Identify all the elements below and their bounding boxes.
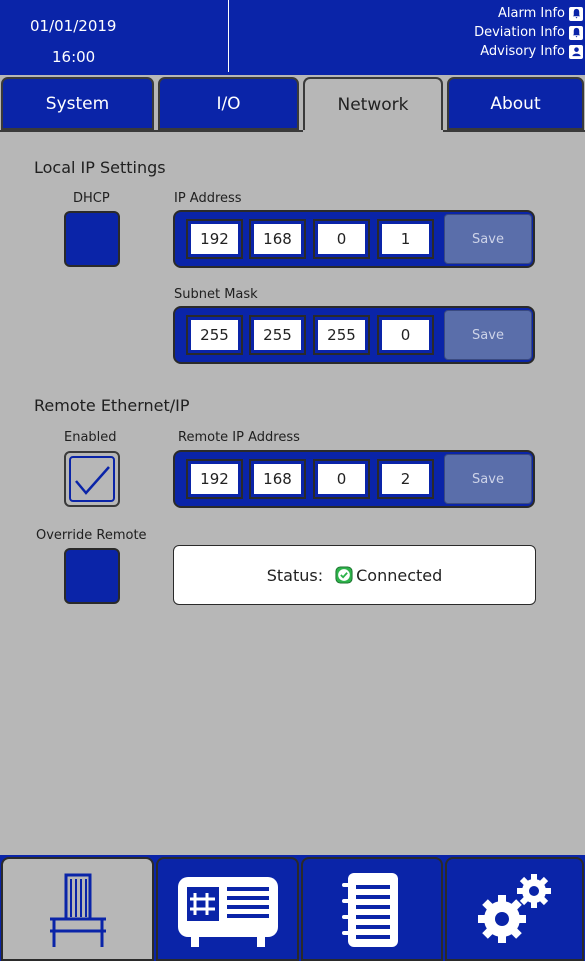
tab-io[interactable]: I/O [158, 77, 299, 130]
enabled-checkbox[interactable] [64, 451, 120, 507]
tab-about[interactable]: About [447, 77, 584, 130]
local-ip-title: Local IP Settings [34, 158, 166, 177]
save-remote-ip-button[interactable]: Save [444, 454, 532, 504]
nav-machine-button[interactable] [1, 857, 154, 961]
bottom-nav [0, 855, 585, 961]
remote-ip-octet-1[interactable]: 192 [186, 459, 243, 499]
ip-octet-4[interactable]: 1 [377, 219, 434, 259]
mask-octet-4[interactable]: 0 [377, 315, 434, 355]
machine-icon [49, 873, 106, 947]
check-circle-icon [335, 566, 353, 584]
ip-octet-1[interactable]: 192 [186, 219, 243, 259]
enabled-label: Enabled [64, 430, 117, 445]
mask-octet-1[interactable]: 255 [186, 315, 243, 355]
mask-octet-3[interactable]: 255 [313, 315, 370, 355]
save-ip-button[interactable]: Save [444, 214, 532, 264]
subnet-mask-label: Subnet Mask [174, 287, 258, 302]
connection-status-panel: Status: Connected [173, 545, 536, 605]
tab-label: System [45, 93, 110, 114]
advisory-info-button[interactable]: Advisory Info [383, 42, 583, 61]
remote-ip-label: Remote IP Address [178, 430, 300, 445]
tab-label: I/O [216, 93, 241, 114]
person-icon [569, 44, 583, 59]
checkmark-icon [75, 466, 110, 495]
bell-icon [569, 6, 583, 21]
bell-icon [569, 25, 583, 40]
nav-controller-button[interactable] [156, 857, 299, 961]
nav-settings-button[interactable] [445, 857, 584, 961]
remote-ip-octet-3[interactable]: 0 [313, 459, 370, 499]
deviation-info-label: Deviation Info [474, 25, 565, 40]
status-value: Connected [356, 565, 443, 585]
dhcp-label: DHCP [73, 191, 110, 206]
remote-ethernet-title: Remote Ethernet/IP [34, 396, 190, 415]
remote-ip-octet-2[interactable]: 168 [249, 459, 306, 499]
tab-label: Network [337, 94, 409, 115]
ip-address-group: 192 168 0 1 Save [173, 210, 535, 268]
header-bar: 01/01/2019 16:00 Alarm Info Deviation In… [0, 0, 585, 75]
ip-octet-2[interactable]: 168 [249, 219, 306, 259]
controller-icon [177, 877, 278, 947]
ip-octet-3[interactable]: 0 [313, 219, 370, 259]
dhcp-checkbox[interactable] [64, 211, 120, 267]
settings-gears-icon [477, 874, 551, 943]
deviation-info-button[interactable]: Deviation Info [383, 23, 583, 42]
tab-system[interactable]: System [1, 77, 154, 130]
remote-ip-octet-4[interactable]: 2 [377, 459, 434, 499]
override-remote-label: Override Remote [36, 528, 147, 543]
alarm-info-button[interactable]: Alarm Info [383, 4, 583, 23]
datetime-panel: 01/01/2019 16:00 [0, 0, 229, 72]
tab-bar: System I/O Network About [0, 75, 585, 132]
tab-network[interactable]: Network [303, 77, 443, 130]
save-mask-button[interactable]: Save [444, 310, 532, 360]
tab-divider [443, 130, 585, 132]
advisory-info-label: Advisory Info [480, 44, 565, 59]
tab-label: About [490, 93, 541, 114]
mask-octet-2[interactable]: 255 [249, 315, 306, 355]
subnet-mask-group: 255 255 255 0 Save [173, 306, 535, 364]
status-label: Status: [266, 565, 324, 585]
alarm-info-label: Alarm Info [498, 6, 565, 21]
nav-log-button[interactable] [301, 857, 443, 961]
override-remote-checkbox[interactable] [64, 548, 120, 604]
log-icon [342, 873, 398, 947]
time-display: 16:00 [52, 48, 96, 66]
date-display: 01/01/2019 [30, 17, 117, 35]
alarm-list: Alarm Info Deviation Info Advisory Info [383, 4, 583, 61]
remote-ip-group: 192 168 0 2 Save [173, 450, 535, 508]
ip-address-label: IP Address [174, 191, 242, 206]
tab-divider [0, 130, 303, 132]
